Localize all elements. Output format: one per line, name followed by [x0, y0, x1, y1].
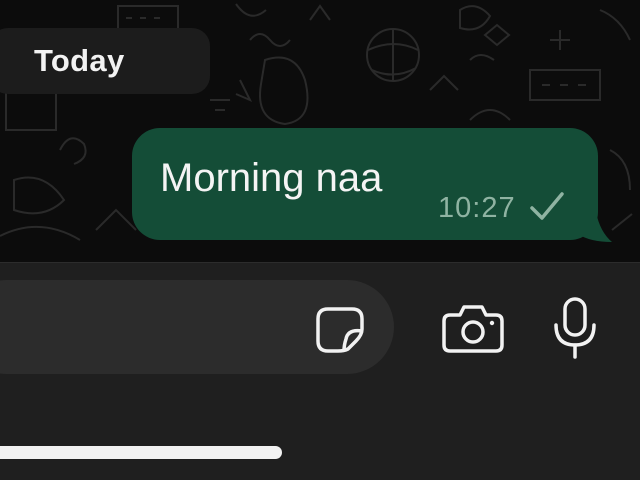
date-divider-label: Today — [34, 43, 125, 78]
bubble-tail — [578, 212, 612, 242]
single-check-icon — [530, 192, 564, 220]
chat-screen: Today Morning naa 10:27 — [0, 0, 640, 480]
microphone-icon[interactable] — [552, 297, 598, 359]
date-divider: Today — [0, 28, 210, 94]
message-timestamp: 10:27 — [438, 192, 516, 224]
sticker-icon[interactable] — [314, 305, 366, 353]
message-list[interactable]: Today Morning naa 10:27 — [0, 0, 640, 262]
message-text: Morning naa — [160, 156, 383, 200]
home-indicator[interactable] — [0, 446, 282, 459]
message-composer — [0, 262, 640, 480]
camera-icon[interactable] — [442, 303, 504, 353]
